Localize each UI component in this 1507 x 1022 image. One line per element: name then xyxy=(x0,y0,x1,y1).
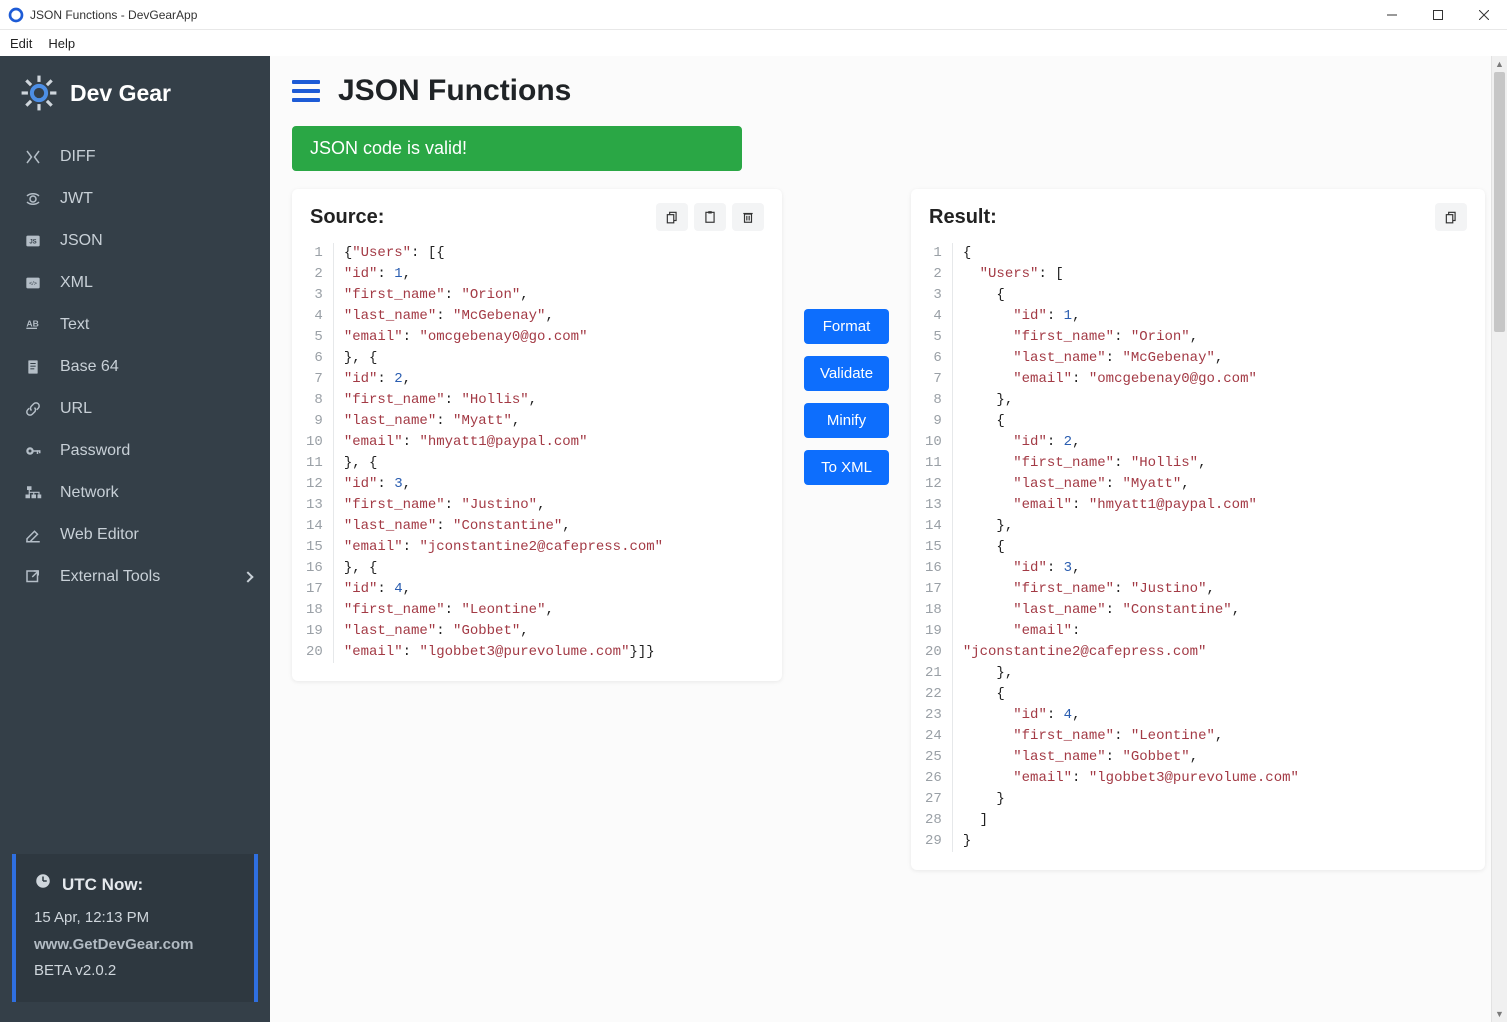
sidebar-item-label: Web Editor xyxy=(60,526,139,544)
network-icon xyxy=(22,484,44,502)
sidebar-item-jwt[interactable]: JWT xyxy=(0,178,270,220)
minify-button[interactable]: Minify xyxy=(804,403,889,438)
text-icon: AB xyxy=(22,317,44,333)
sidebar-item-label: Text xyxy=(60,316,89,334)
sidebar-item-label: DIFF xyxy=(60,148,96,166)
utc-label: UTC Now: xyxy=(62,870,143,900)
validation-alert: JSON code is valid! xyxy=(292,126,742,171)
source-title: Source: xyxy=(310,206,656,229)
app-icon xyxy=(8,7,24,23)
sidebar-item-label: Password xyxy=(60,442,130,460)
gear-icon xyxy=(20,74,58,112)
json-icon: JS xyxy=(22,233,44,249)
content: JSON Functions JSON code is valid! Sourc… xyxy=(270,56,1507,1022)
sidebar-item-base-64[interactable]: Base 64 xyxy=(0,346,270,388)
sidebar-item-label: JSON xyxy=(60,232,103,250)
sidebar-item-network[interactable]: Network xyxy=(0,472,270,514)
scroll-up-icon[interactable]: ▲ xyxy=(1492,56,1507,72)
sidebar: Dev Gear DIFF JWT JS JSON </> XML AB Text Base 6… xyxy=(0,56,270,1022)
source-editor[interactable]: 1 2 3 4 5 6 7 8 9 10 11 12 13 14 15 16 1… xyxy=(292,243,782,681)
site-link[interactable]: www.GetDevGear.com xyxy=(34,932,236,958)
version-label: BETA v2.0.2 xyxy=(34,958,236,984)
sidebar-item-external-tools[interactable]: External Tools xyxy=(0,556,270,598)
sidebar-item-text[interactable]: AB Text xyxy=(0,304,270,346)
sidebar-item-label: External Tools xyxy=(60,568,160,586)
copy-icon[interactable] xyxy=(656,203,688,231)
xml-icon: </> xyxy=(22,275,44,291)
toxml-button[interactable]: To XML xyxy=(804,450,889,485)
clock-icon xyxy=(34,870,52,900)
brand-text: Dev Gear xyxy=(70,80,171,107)
scroll-thumb[interactable] xyxy=(1494,72,1505,332)
jwt-icon xyxy=(22,190,44,208)
sidebar-item-label: XML xyxy=(60,274,93,292)
result-editor[interactable]: 1 2 3 4 5 6 7 8 9 10 11 12 13 14 15 16 1… xyxy=(911,243,1485,870)
paste-icon[interactable] xyxy=(694,203,726,231)
sidebar-item-xml[interactable]: </> XML xyxy=(0,262,270,304)
sidebar-item-label: Network xyxy=(60,484,119,502)
result-title: Result: xyxy=(929,206,1435,229)
format-button[interactable]: Format xyxy=(804,309,889,344)
sidebar-item-label: JWT xyxy=(60,190,93,208)
web-editor-icon xyxy=(22,526,44,544)
svg-text:</>: </> xyxy=(29,281,37,287)
menu-edit[interactable]: Edit xyxy=(2,33,40,54)
hamburger-icon[interactable] xyxy=(292,80,320,102)
window-title: JSON Functions - DevGearApp xyxy=(30,8,197,22)
maximize-button[interactable] xyxy=(1415,0,1461,30)
page-title: JSON Functions xyxy=(338,74,571,108)
external-tools-icon xyxy=(22,568,44,586)
titlebar: JSON Functions - DevGearApp xyxy=(0,0,1507,30)
menubar: Edit Help xyxy=(0,30,1507,56)
base-64-icon xyxy=(22,358,44,376)
sidebar-item-url[interactable]: URL xyxy=(0,388,270,430)
sidebar-item-json[interactable]: JS JSON xyxy=(0,220,270,262)
sidebar-item-label: URL xyxy=(60,400,92,418)
minimize-button[interactable] xyxy=(1369,0,1415,30)
url-icon xyxy=(22,400,44,418)
sidebar-item-password[interactable]: Password xyxy=(0,430,270,472)
validate-button[interactable]: Validate xyxy=(804,356,889,391)
result-panel: Result: 1 2 3 4 5 6 7 8 9 10 11 12 13 14… xyxy=(911,189,1485,870)
utc-time: 15 Apr, 12:13 PM xyxy=(34,905,236,931)
scroll-down-icon[interactable]: ▼ xyxy=(1492,1006,1507,1022)
sidebar-item-diff[interactable]: DIFF xyxy=(0,136,270,178)
close-button[interactable] xyxy=(1461,0,1507,30)
svg-text:AB: AB xyxy=(26,318,39,328)
diff-icon xyxy=(22,148,44,166)
actions-column: Format Validate Minify To XML xyxy=(804,189,889,485)
sidebar-footer: UTC Now: 15 Apr, 12:13 PM www.GetDevGear… xyxy=(12,854,258,1003)
scrollbar[interactable]: ▲ ▼ xyxy=(1491,56,1507,1022)
brand: Dev Gear xyxy=(0,56,270,132)
password-icon xyxy=(22,442,44,460)
menu-help[interactable]: Help xyxy=(40,33,83,54)
sidebar-item-label: Base 64 xyxy=(60,358,119,376)
trash-icon[interactable] xyxy=(732,203,764,231)
svg-text:JS: JS xyxy=(29,240,36,246)
sidebar-item-web-editor[interactable]: Web Editor xyxy=(0,514,270,556)
source-panel: Source: 1 2 3 4 5 6 7 8 9 1 xyxy=(292,189,782,681)
copy-result-icon[interactable] xyxy=(1435,203,1467,231)
